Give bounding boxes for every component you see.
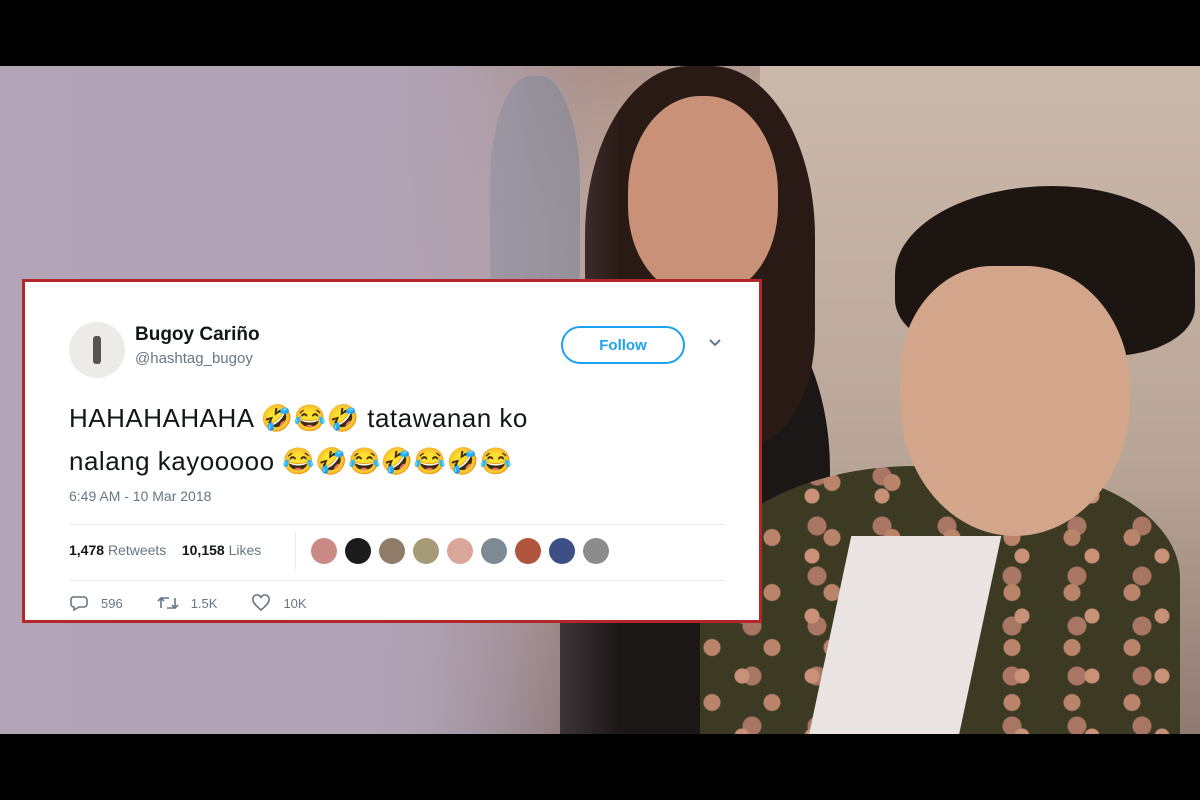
profile-avatar[interactable] <box>69 322 125 378</box>
tweet-card: Bugoy Cariño @hashtag_bugoy Follow HAHAH… <box>22 279 762 623</box>
liker-avatar[interactable] <box>549 538 575 564</box>
boy-face <box>900 266 1130 536</box>
liker-avatar[interactable] <box>345 538 371 564</box>
chevron-down-icon[interactable] <box>705 334 725 354</box>
tweet-actions: 596 1.5K 10K <box>69 594 307 612</box>
like-count: 10K <box>283 595 307 611</box>
liker-avatar[interactable] <box>447 538 473 564</box>
retweets-label: Retweets <box>107 542 167 558</box>
likes-count: 10,158 <box>181 542 225 558</box>
follow-button[interactable]: Follow <box>561 326 685 364</box>
liker-avatar[interactable] <box>311 538 337 564</box>
tweet-stats: 1,478 Retweets 10,158 Likes <box>69 542 261 558</box>
tweet-text: HAHAHAHAHA 🤣😂🤣 tatawanan ko nalang kayoo… <box>69 397 709 483</box>
like-button[interactable]: 10K <box>251 594 307 612</box>
author-name[interactable]: Bugoy Cariño <box>135 324 260 346</box>
liker-avatar[interactable] <box>583 538 609 564</box>
tweet-timestamp[interactable]: 6:49 AM - 10 Mar 2018 <box>69 488 211 504</box>
likes-stat[interactable]: 10,158 Likes <box>182 542 261 558</box>
likes-label: Likes <box>228 542 262 558</box>
liker-avatars <box>311 538 609 564</box>
retweets-stat[interactable]: 1,478 Retweets <box>69 542 170 558</box>
liker-avatar[interactable] <box>481 538 507 564</box>
heart-icon <box>251 594 271 612</box>
tweet-text-line-1: HAHAHAHAHA 🤣😂🤣 tatawanan ko <box>69 403 528 433</box>
retweet-count: 1.5K <box>190 595 218 611</box>
divider <box>69 580 725 581</box>
divider <box>69 524 725 525</box>
reply-button[interactable]: 596 <box>69 594 123 612</box>
avatar-figure <box>93 336 101 364</box>
liker-avatar[interactable] <box>413 538 439 564</box>
stats-separator <box>295 532 296 570</box>
retweets-count: 1,478 <box>69 542 105 558</box>
tweet-text-line-2: nalang kayooooo 😂🤣😂🤣😂🤣😂 <box>69 446 513 476</box>
reply-count: 596 <box>101 595 123 611</box>
retweet-button[interactable]: 1.5K <box>157 595 218 611</box>
author-handle[interactable]: @hashtag_bugoy <box>135 350 253 367</box>
liker-avatar[interactable] <box>515 538 541 564</box>
liker-avatar[interactable] <box>379 538 405 564</box>
reply-icon <box>69 594 89 612</box>
girl-face <box>628 96 778 296</box>
retweet-icon <box>157 595 179 611</box>
